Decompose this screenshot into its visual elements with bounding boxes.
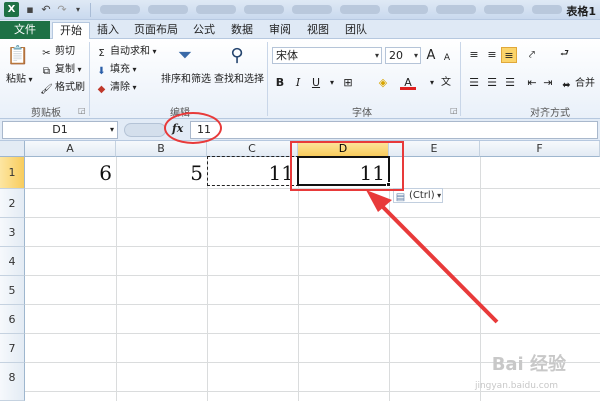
annotation-arrow (366, 190, 499, 324)
arrow-head (366, 190, 392, 212)
watermark-url: jingyan.baidu.com (474, 381, 558, 391)
arrow-shaft (373, 197, 499, 324)
watermark-logo: Bai 经验 (491, 354, 566, 375)
